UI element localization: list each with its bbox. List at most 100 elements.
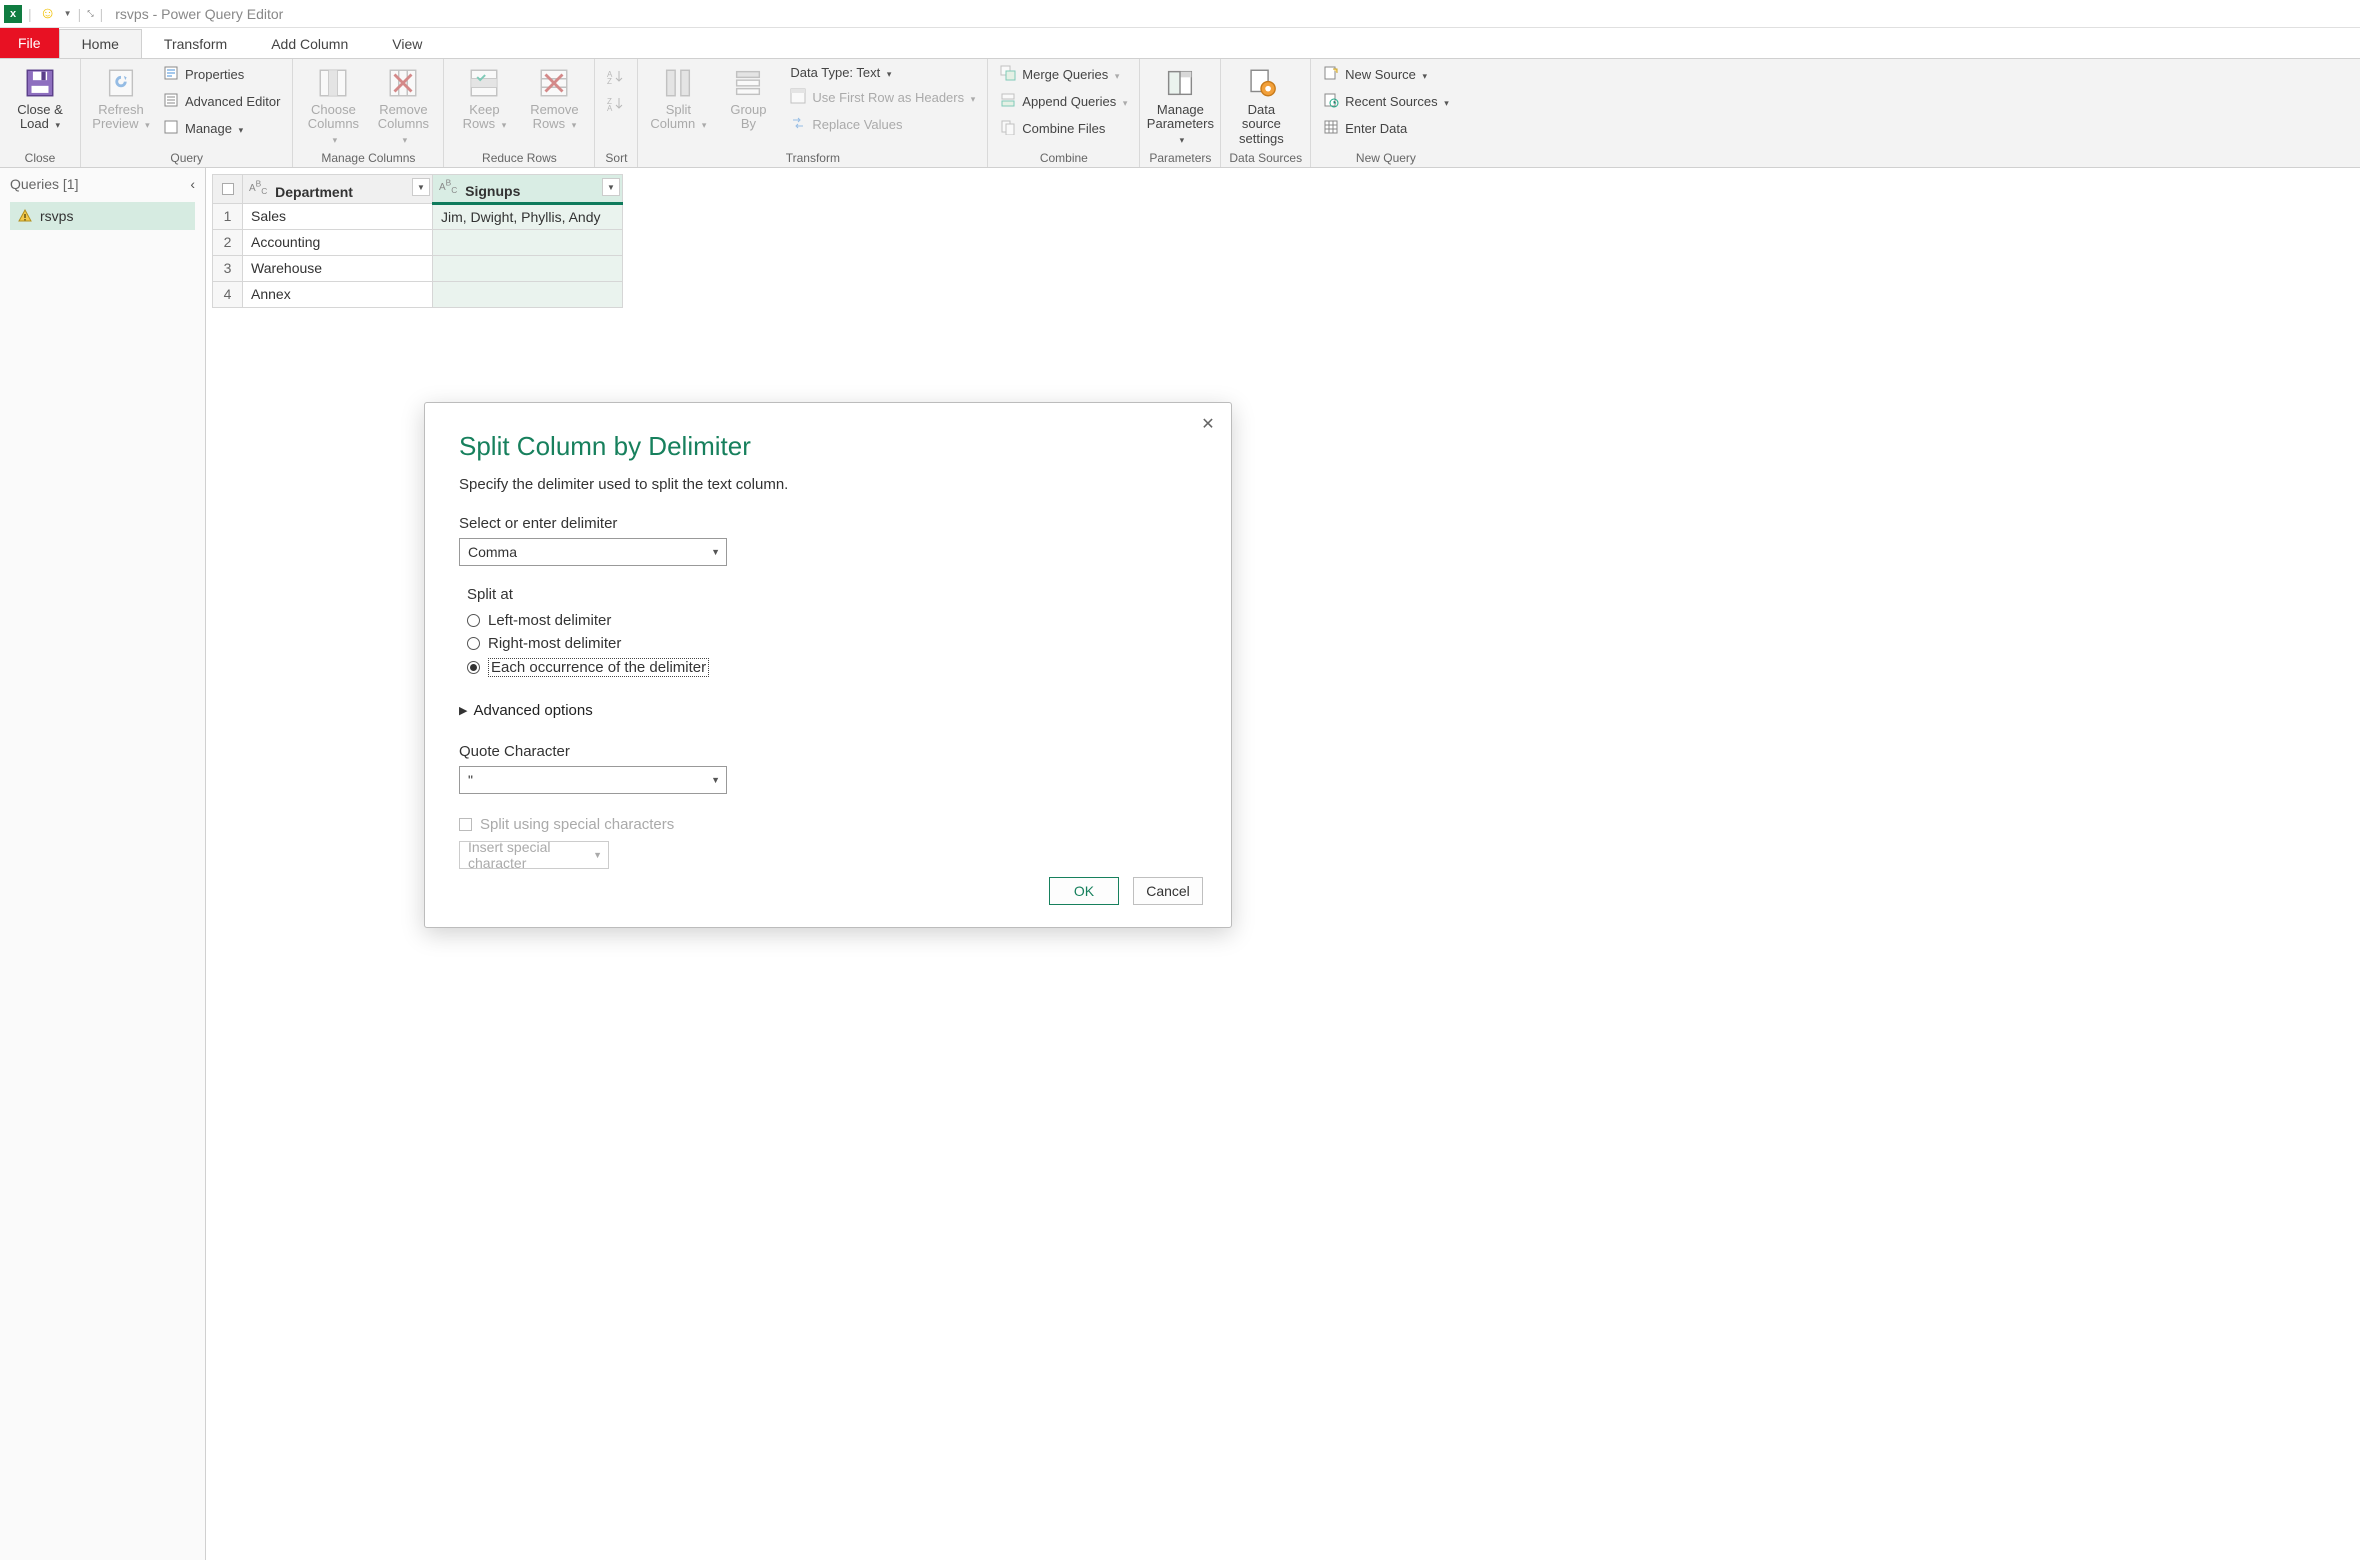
radio-rightmost[interactable]: Right-most delimiter (459, 632, 1197, 655)
cell[interactable] (433, 229, 623, 255)
advanced-options-label: Advanced options (473, 702, 592, 719)
remove-columns-button[interactable]: Remove Columns (371, 63, 435, 148)
cell[interactable]: Accounting (243, 229, 433, 255)
delimiter-value: Comma (468, 544, 517, 560)
delimiter-combo[interactable]: Comma ▼ (459, 538, 727, 566)
column-header-department[interactable]: ABC Department ▼ (243, 175, 433, 204)
group-newq-label: New Query (1319, 149, 1453, 165)
insert-special-value: Insert special character (468, 839, 593, 871)
cell[interactable] (433, 281, 623, 307)
checkbox-icon (459, 818, 472, 831)
tab-add-column[interactable]: Add Column (249, 30, 370, 58)
chevron-down-icon: ▼ (593, 850, 602, 860)
group-data-sources: Data source settings Data Sources (1221, 59, 1311, 167)
query-item-label: rsvps (40, 208, 73, 224)
query-item-rsvps[interactable]: rsvps (10, 202, 195, 230)
chevron-down-icon: ▼ (711, 547, 720, 557)
column-filter-icon[interactable]: ▼ (412, 178, 430, 196)
splitat-label: Split at (467, 586, 1197, 603)
refresh-preview-button[interactable]: Refresh Preview (89, 63, 153, 134)
radio-each-label: Each occurrence of the delimiter (488, 658, 709, 677)
group-new-query: New Source Recent Sources Enter Data New… (1311, 59, 1461, 167)
column-header-signups[interactable]: ABC Signups ▼ (433, 175, 623, 204)
table-row[interactable]: 2Accounting (213, 229, 623, 255)
keep-rows-label: Keep Rows (463, 103, 507, 132)
cell[interactable] (433, 255, 623, 281)
close-load-button[interactable]: Close & Load (8, 63, 72, 134)
enter-data-button[interactable]: Enter Data (1319, 117, 1453, 140)
sort-asc-button[interactable]: AZ (603, 67, 629, 90)
radio-rightmost-label: Right-most delimiter (488, 635, 621, 652)
combine-files-button[interactable]: Combine Files (996, 117, 1131, 140)
append-label: Append Queries (1022, 94, 1116, 109)
combine-files-icon (1000, 119, 1016, 138)
manage-parameters-button[interactable]: Manage Parameters (1148, 63, 1212, 148)
recent-sources-button[interactable]: Recent Sources (1319, 90, 1453, 113)
merge-queries-button[interactable]: Merge Queries (996, 63, 1131, 86)
advanced-options-expander[interactable]: ▶ Advanced options (459, 702, 1197, 719)
group-by-icon (730, 65, 766, 101)
parameters-icon (1162, 65, 1198, 101)
ok-button[interactable]: OK (1049, 877, 1119, 905)
append-queries-button[interactable]: Append Queries (996, 90, 1131, 113)
warning-icon (18, 209, 32, 223)
cell[interactable]: Sales (243, 203, 433, 229)
new-source-button[interactable]: New Source (1319, 63, 1453, 86)
sort-asc-icon: AZ (607, 69, 625, 88)
radio-each-occurrence[interactable]: Each occurrence of the delimiter (459, 655, 1197, 680)
close-icon: ✕ (1201, 414, 1214, 434)
tab-view[interactable]: View (370, 30, 444, 58)
group-by-button[interactable]: Group By (716, 63, 780, 134)
keep-rows-button[interactable]: Keep Rows (452, 63, 516, 134)
choose-columns-button[interactable]: Choose Columns (301, 63, 365, 148)
remove-rows-button[interactable]: Remove Rows (522, 63, 586, 134)
cell[interactable]: Jim, Dwight, Phyllis, Andy (433, 203, 623, 229)
split-column-dialog: ✕ Split Column by Delimiter Specify the … (424, 402, 1232, 928)
append-icon (1000, 92, 1016, 111)
manage-label: Manage (185, 121, 232, 136)
data-type-button[interactable]: Data Type: Text (786, 63, 979, 82)
quote-char-label: Quote Character (459, 743, 1197, 760)
insert-special-combo: Insert special character ▼ (459, 841, 609, 869)
cell[interactable]: Warehouse (243, 255, 433, 281)
properties-button[interactable]: Properties (159, 63, 284, 86)
table-row[interactable]: 1SalesJim, Dwight, Phyllis, Andy (213, 203, 623, 229)
enter-data-label: Enter Data (1345, 121, 1407, 136)
group-parameters: Manage Parameters Parameters (1140, 59, 1221, 167)
sort-desc-button[interactable]: ZA (603, 94, 629, 117)
ribbon: Close & Load Close Refresh Preview Prope… (0, 58, 2360, 168)
group-params-label: Parameters (1148, 149, 1212, 165)
tab-file[interactable]: File (0, 28, 59, 58)
qat-smiley[interactable]: ☺ (38, 4, 58, 24)
table-row[interactable]: 3Warehouse (213, 255, 623, 281)
split-column-button[interactable]: Split Column (646, 63, 710, 134)
collapse-sidebar-icon[interactable]: ‹ (190, 176, 195, 192)
close-dialog-button[interactable]: ✕ (1195, 411, 1221, 437)
cancel-button[interactable]: Cancel (1133, 877, 1203, 905)
data-source-settings-button[interactable]: Data source settings (1229, 63, 1293, 148)
special-chars-checkbox[interactable]: Split using special characters (459, 816, 1197, 833)
split-column-label: Split Column (650, 103, 706, 132)
cell[interactable]: Annex (243, 281, 433, 307)
quote-char-combo[interactable]: " ▼ (459, 766, 727, 794)
qat-customize-icon[interactable]: ⤡ (87, 9, 93, 19)
tab-transform[interactable]: Transform (142, 30, 249, 58)
select-all-corner[interactable] (213, 175, 243, 204)
first-row-headers-button[interactable]: Use First Row as Headers (786, 86, 979, 109)
replace-values-button[interactable]: Replace Values (786, 113, 979, 136)
tab-home[interactable]: Home (59, 29, 142, 58)
enter-data-icon (1323, 119, 1339, 138)
column-filter-icon[interactable]: ▼ (602, 178, 620, 196)
remove-columns-icon (385, 65, 421, 101)
advanced-editor-button[interactable]: Advanced Editor (159, 90, 284, 113)
qat-dropdown-icon[interactable]: ▼ (64, 9, 72, 18)
properties-label: Properties (185, 67, 244, 82)
type-text-icon: ABC (249, 183, 267, 194)
replace-label: Replace Values (812, 117, 902, 132)
table-row[interactable]: 4Annex (213, 281, 623, 307)
manage-button[interactable]: Manage (159, 117, 284, 140)
radio-leftmost[interactable]: Left-most delimiter (459, 609, 1197, 632)
chevron-down-icon: ▼ (711, 775, 720, 785)
group-transform-label: Transform (646, 149, 979, 165)
sidebar-title: Queries [1] (10, 176, 78, 192)
